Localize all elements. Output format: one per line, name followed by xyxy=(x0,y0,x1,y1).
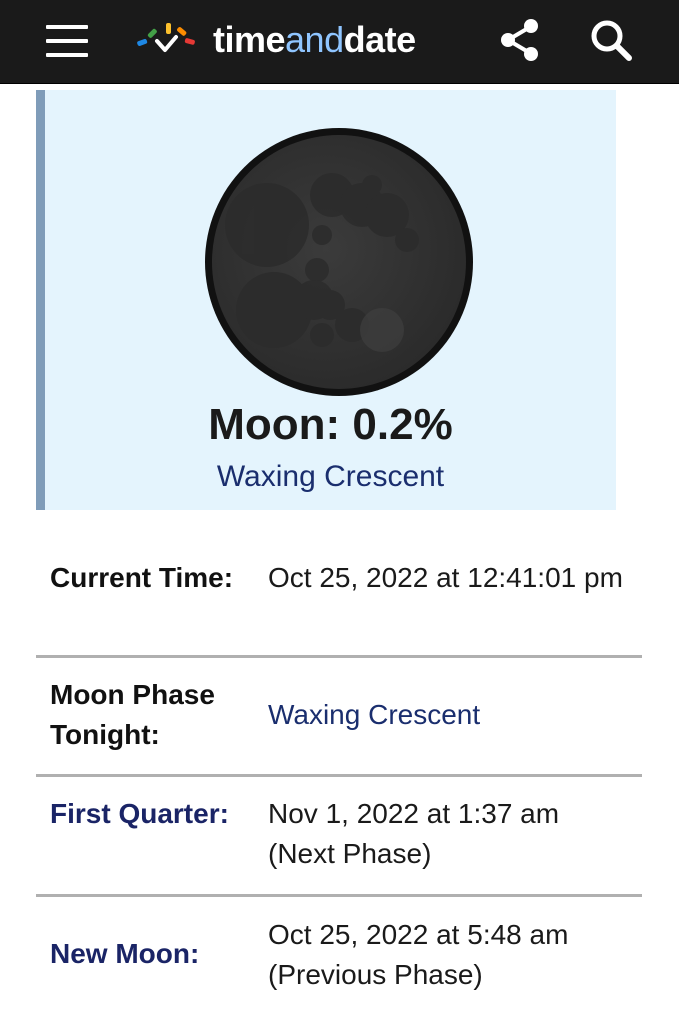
first-quarter-link[interactable]: First Quarter: xyxy=(50,794,260,834)
first-quarter-note: (Next Phase) xyxy=(268,838,432,869)
new-moon-link[interactable]: New Moon: xyxy=(50,934,260,974)
moon-phase-card: Moon: 0.2% Waxing Crescent xyxy=(36,90,616,510)
first-quarter-value: Nov 1, 2022 at 1:37 am (Next Phase) xyxy=(268,794,638,874)
new-moon-note: (Previous Phase) xyxy=(268,959,483,990)
logo-text: timeanddate xyxy=(213,19,416,60)
search-icon[interactable] xyxy=(587,16,635,64)
current-time-label: Current Time: xyxy=(50,562,234,593)
table-row-first-quarter: First Quarter: Nov 1, 2022 at 1:37 am (N… xyxy=(36,777,642,897)
moon-phase-tonight-link[interactable]: Waxing Crescent xyxy=(268,695,638,735)
top-navigation-bar: timeanddate xyxy=(0,0,679,84)
moon-phase-tonight-label: Moon Phase Tonight: xyxy=(50,679,215,750)
new-moon-date: Oct 25, 2022 at 5:48 am xyxy=(268,919,569,950)
table-row-moon-phase-tonight: Moon Phase Tonight: Waxing Crescent xyxy=(36,658,642,777)
logo-mark-icon xyxy=(137,23,195,52)
first-quarter-date: Nov 1, 2022 at 1:37 am xyxy=(268,798,560,829)
moon-phase-link[interactable]: Waxing Crescent xyxy=(45,460,616,494)
current-time-value: Oct 25, 2022 at 12:41:01 pm xyxy=(268,562,623,593)
moon-illumination-title: Moon: 0.2% xyxy=(208,400,453,449)
new-moon-value: Oct 25, 2022 at 5:48 am (Previous Phase) xyxy=(268,915,638,995)
moon-icon xyxy=(205,128,473,396)
share-icon[interactable] xyxy=(496,16,544,64)
table-row-new-moon: New Moon: Oct 25, 2022 at 5:48 am (Previ… xyxy=(36,897,642,1007)
table-row-current-time: Current Time: Oct 25, 2022 at 12:41:01 p… xyxy=(36,540,642,658)
menu-icon[interactable] xyxy=(46,25,88,57)
moon-info-table: Current Time: Oct 25, 2022 at 12:41:01 p… xyxy=(36,540,642,1007)
